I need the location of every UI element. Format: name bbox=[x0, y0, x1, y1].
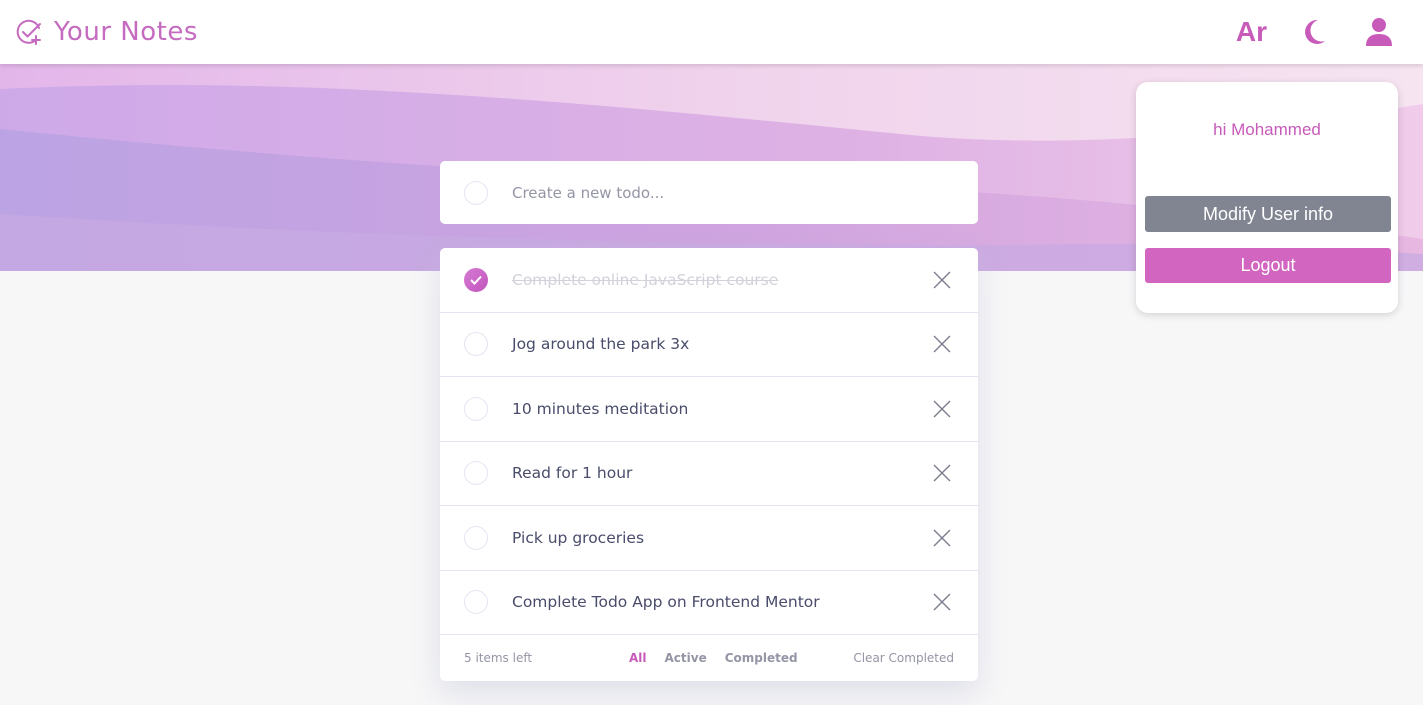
header-actions: Ar bbox=[1236, 12, 1395, 52]
todo-checkbox[interactable] bbox=[464, 332, 488, 357]
todo-item: 10 minutes meditation bbox=[440, 377, 978, 442]
todo-text[interactable]: Read for 1 hour bbox=[512, 464, 932, 482]
check-icon bbox=[470, 275, 482, 285]
todo-text[interactable]: Jog around the park 3x bbox=[512, 335, 932, 353]
close-icon[interactable] bbox=[932, 463, 952, 483]
close-icon[interactable] bbox=[932, 399, 952, 419]
todo-text[interactable]: 10 minutes meditation bbox=[512, 400, 932, 418]
moon-icon[interactable] bbox=[1299, 16, 1331, 48]
todo-checkbox[interactable] bbox=[464, 525, 488, 550]
close-icon[interactable] bbox=[932, 528, 952, 548]
todo-checkbox[interactable] bbox=[464, 461, 488, 486]
new-todo-input[interactable] bbox=[512, 183, 952, 202]
user-icon[interactable] bbox=[1363, 16, 1395, 48]
filter-active[interactable]: Active bbox=[665, 651, 707, 665]
todo-text[interactable]: Complete Todo App on Frontend Mentor bbox=[512, 593, 932, 611]
todo-text[interactable]: Pick up groceries bbox=[512, 529, 932, 547]
todo-text[interactable]: Complete online JavaScript course bbox=[512, 271, 932, 289]
todo-checkbox-checked[interactable] bbox=[464, 267, 488, 292]
user-greeting: hi Mohammed bbox=[1213, 120, 1321, 139]
new-todo-bar bbox=[440, 161, 978, 224]
filter-completed[interactable]: Completed bbox=[725, 651, 798, 665]
top-navbar: Your Notes Ar bbox=[0, 0, 1423, 64]
language-toggle[interactable]: Ar bbox=[1236, 16, 1267, 48]
brand[interactable]: Your Notes bbox=[14, 14, 198, 50]
filter-all[interactable]: All bbox=[629, 651, 647, 665]
filter-group: All Active Completed bbox=[629, 651, 798, 665]
items-left-count: 5 items left bbox=[464, 651, 533, 665]
todo-footer: 5 items left All Active Completed Clear … bbox=[440, 635, 978, 681]
close-icon[interactable] bbox=[932, 270, 952, 290]
check-circle-plus-icon bbox=[16, 19, 41, 45]
modify-user-info-button[interactable]: Modify User info bbox=[1145, 196, 1391, 232]
todo-list: Complete online JavaScript course Jog ar… bbox=[440, 248, 978, 681]
user-dropdown-panel: hi Mohammed Modify User info Logout bbox=[1136, 82, 1398, 313]
todo-checkbox[interactable] bbox=[464, 590, 488, 615]
new-todo-checkbox[interactable] bbox=[464, 180, 488, 205]
clear-completed-button[interactable]: Clear Completed bbox=[853, 651, 954, 665]
todo-item: Complete online JavaScript course bbox=[440, 248, 978, 313]
todo-item: Complete Todo App on Frontend Mentor bbox=[440, 571, 978, 635]
todo-item: Jog around the park 3x bbox=[440, 313, 978, 377]
todo-item: Read for 1 hour bbox=[440, 442, 978, 506]
logout-button[interactable]: Logout bbox=[1145, 248, 1391, 283]
close-icon[interactable] bbox=[932, 592, 952, 612]
todo-item: Pick up groceries bbox=[440, 506, 978, 571]
todo-checkbox[interactable] bbox=[464, 396, 488, 421]
close-icon[interactable] bbox=[932, 334, 952, 354]
brand-title: Your Notes bbox=[54, 17, 198, 47]
